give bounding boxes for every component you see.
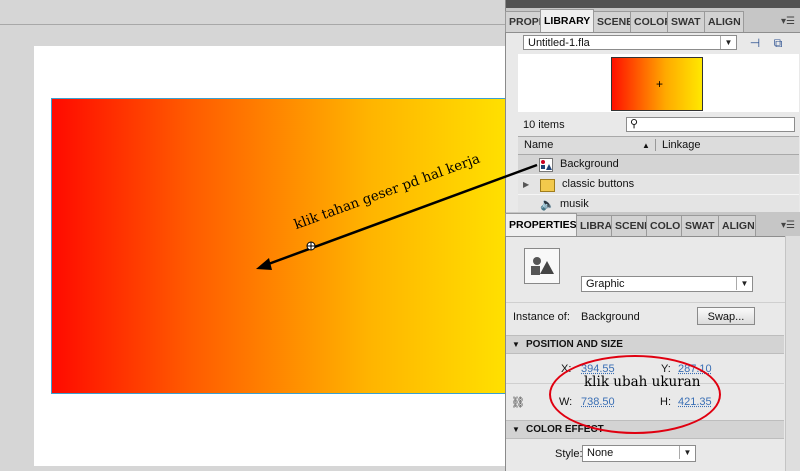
lock-proportions-icon[interactable]: ⛓: [511, 396, 525, 409]
items-count: 10 items: [523, 119, 565, 131]
instance-of-value: Background: [581, 311, 640, 323]
tab-align[interactable]: ALIGN: [704, 11, 744, 32]
tab-color[interactable]: COLOR: [630, 11, 668, 32]
new-library-panel-icon[interactable]: ⧉: [769, 35, 787, 51]
work-area-divider: [0, 24, 505, 25]
library-item-musik[interactable]: 🔈 musik: [518, 195, 799, 213]
collapse-icon[interactable]: ▼: [512, 421, 520, 438]
library-item-label: Background: [560, 158, 619, 170]
column-linkage[interactable]: Linkage: [662, 137, 701, 154]
tab-color[interactable]: COLO: [646, 215, 682, 236]
tab-library[interactable]: LIBRARY: [540, 9, 594, 32]
library-item-classic-buttons[interactable]: ▶ classic buttons: [518, 175, 799, 195]
position-and-size-section[interactable]: ▼ POSITION AND SIZE: [506, 335, 784, 354]
chevron-down-icon: ▼: [679, 446, 695, 459]
tab-scene[interactable]: SCENE: [611, 215, 647, 236]
section-title: POSITION AND SIZE: [526, 339, 623, 350]
chevron-down-icon: ▼: [720, 36, 736, 49]
divider: [506, 302, 800, 303]
resize-highlight-ellipse: [549, 355, 721, 434]
panel-menu-icon[interactable]: ▾☰: [775, 12, 800, 32]
graphic-symbol-icon: [539, 158, 553, 172]
tab-swatches[interactable]: SWAT: [681, 215, 719, 236]
instance-of-label: Instance of:: [513, 311, 570, 323]
properties-tab-bar: PROPERTIES LIBRA SCENE COLO SWAT ALIGN ▾…: [505, 212, 800, 237]
chevron-down-icon: ▼: [736, 277, 752, 290]
column-divider: [655, 139, 656, 151]
symbol-type-select[interactable]: Graphic ▼: [581, 276, 753, 292]
color-style-value: None: [587, 447, 614, 459]
library-search-input[interactable]: ⚲: [626, 117, 795, 132]
tab-align[interactable]: ALIGN: [718, 215, 756, 236]
library-item-label: classic buttons: [562, 178, 635, 190]
color-style-select[interactable]: None ▼: [582, 445, 696, 462]
swap-button[interactable]: Swap...: [697, 307, 755, 325]
tab-scene[interactable]: SCENE: [593, 11, 631, 32]
tab-library[interactable]: LIBRA: [576, 215, 612, 236]
document-name: Untitled-1.fla: [528, 37, 590, 49]
symbol-type-icon: [524, 248, 560, 284]
library-tab-bar: PROPE LIBRARY SCENE COLOR SWAT ALIGN ▾☰: [505, 8, 800, 33]
tab-swatches[interactable]: SWAT: [667, 11, 705, 32]
column-name[interactable]: Name: [524, 137, 553, 154]
properties-scrollbar[interactable]: [785, 236, 800, 471]
pin-library-icon[interactable]: ⊣: [746, 35, 764, 51]
collapse-icon[interactable]: ▼: [512, 336, 520, 353]
symbol-type-value: Graphic: [586, 278, 625, 290]
panel-menu-icon[interactable]: ▾☰: [775, 216, 800, 236]
document-select[interactable]: Untitled-1.fla ▼: [523, 35, 737, 50]
folder-icon: [540, 179, 555, 192]
registration-point-icon: +: [656, 77, 664, 91]
expand-arrow-icon[interactable]: ▶: [523, 175, 529, 194]
background-instance[interactable]: [51, 98, 506, 394]
tab-properties[interactable]: PROPERTIES: [505, 213, 577, 236]
sort-ascending-icon[interactable]: ▲: [642, 137, 650, 154]
tab-properties[interactable]: PROPE: [505, 11, 541, 32]
library-item-background[interactable]: Background: [518, 155, 799, 175]
library-panel: PROPE LIBRARY SCENE COLOR SWAT ALIGN ▾☰ …: [505, 0, 800, 213]
style-label: Style:: [555, 448, 583, 460]
search-icon: ⚲: [630, 118, 639, 130]
resize-annotation-text: klik ubah ukuran: [584, 374, 701, 390]
panel-grip[interactable]: [506, 0, 800, 8]
library-column-header: Name ▲ Linkage: [518, 136, 799, 155]
